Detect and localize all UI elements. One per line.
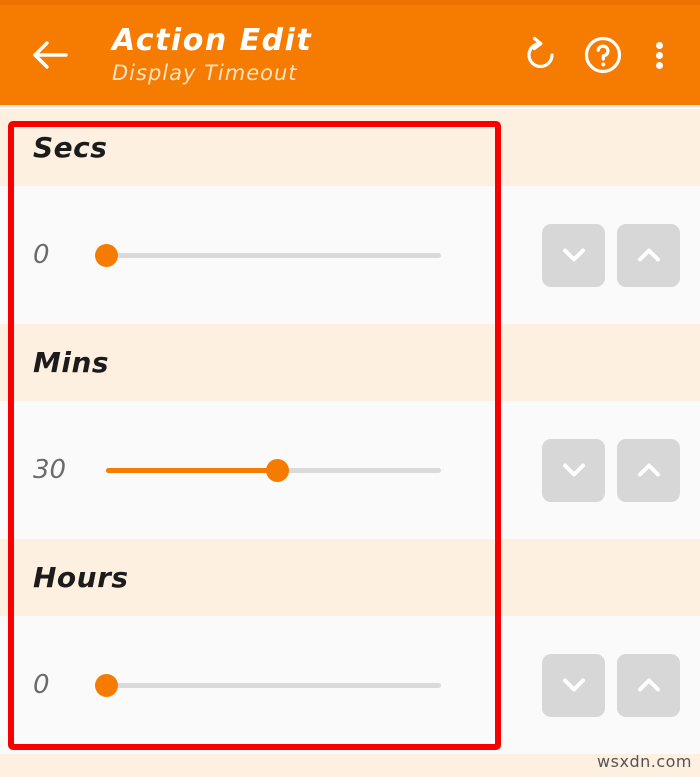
slider-thumb[interactable] xyxy=(95,674,118,697)
help-button[interactable] xyxy=(574,26,632,84)
menu-dot xyxy=(655,61,663,69)
steppers-mins xyxy=(542,438,680,502)
menu-dot xyxy=(655,41,663,49)
decrement-button-secs[interactable] xyxy=(542,223,605,287)
slider-row-secs: 0 xyxy=(0,186,700,324)
chevron-up-icon xyxy=(637,248,660,262)
section-label: Mins xyxy=(33,346,110,379)
chevron-up-icon xyxy=(637,678,660,692)
slider-track xyxy=(106,683,441,688)
decrement-button-hours[interactable] xyxy=(542,653,605,717)
chevron-down-icon xyxy=(562,463,585,477)
reset-button[interactable] xyxy=(512,26,570,84)
section-header-hours: Hours xyxy=(0,539,700,616)
watermark: wsxdn.com xyxy=(597,752,692,771)
page-title: Action Edit xyxy=(112,23,313,58)
section-header-mins: Mins xyxy=(0,324,700,401)
app-bar: Action Edit Display Timeout xyxy=(0,5,700,105)
slider-track xyxy=(106,253,441,258)
chevron-down-icon xyxy=(562,678,585,692)
slider-row-hours: 0 xyxy=(0,616,700,754)
decrement-button-mins[interactable] xyxy=(542,438,605,502)
reset-icon xyxy=(527,36,554,69)
increment-button-mins[interactable] xyxy=(617,438,680,502)
steppers-secs xyxy=(542,223,680,287)
slider-thumb[interactable] xyxy=(265,459,289,482)
slider-fill xyxy=(106,468,277,473)
value-label-secs: 0 xyxy=(33,240,50,270)
help-icon xyxy=(584,36,622,74)
section-label: Hours xyxy=(33,561,129,594)
increment-button-hours[interactable] xyxy=(617,653,680,717)
slider-thumb[interactable] xyxy=(95,244,118,267)
section-header-secs: Secs xyxy=(0,109,700,186)
chevron-up-icon xyxy=(637,463,660,477)
slider-hours[interactable] xyxy=(95,670,441,700)
chevron-down-icon xyxy=(562,248,585,262)
appbar-titles: Action Edit Display Timeout xyxy=(112,26,512,84)
value-label-hours: 0 xyxy=(33,670,50,700)
increment-button-secs[interactable] xyxy=(617,223,680,287)
back-button[interactable] xyxy=(22,27,78,83)
overflow-menu-button[interactable] xyxy=(636,26,682,84)
slider-secs[interactable] xyxy=(95,240,441,270)
settings-list: Secs 0 Mins 30 Hours 0 xyxy=(0,109,700,777)
section-header-partial-next xyxy=(0,754,700,777)
steppers-hours xyxy=(542,653,680,717)
page-subtitle: Display Timeout xyxy=(112,61,298,85)
appbar-actions xyxy=(512,26,682,84)
overflow-menu-icon xyxy=(655,39,663,72)
slider-mins[interactable] xyxy=(106,455,441,485)
menu-dot xyxy=(655,51,663,59)
slider-row-mins: 30 xyxy=(0,401,700,539)
section-label: Secs xyxy=(33,131,108,164)
back-arrow-icon xyxy=(33,41,68,69)
value-label-mins: 30 xyxy=(33,455,67,485)
